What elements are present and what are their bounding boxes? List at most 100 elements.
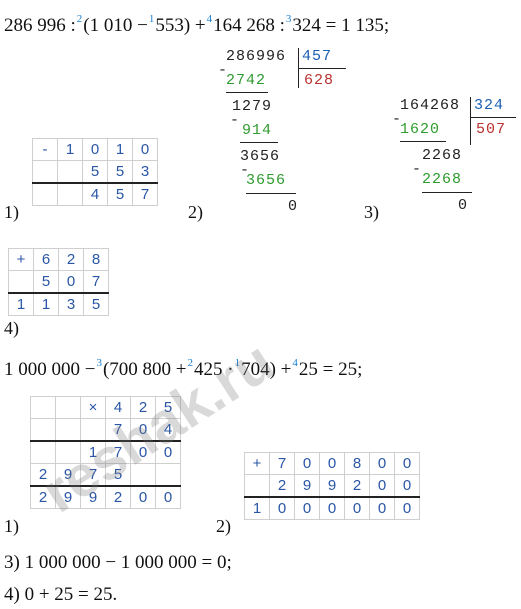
- underline: [422, 192, 472, 193]
- times-sign: ×: [80, 396, 106, 419]
- digit-cell: 1: [107, 138, 133, 161]
- digit-cell: 8: [344, 452, 370, 475]
- eq1-part: 286 996 :: [4, 15, 76, 36]
- addition-grid-2: + 7 0 0 8 0 0 2 9 9 2 0 0 1 0 0 0 0 0 0: [244, 452, 420, 520]
- digit-cell: 0: [394, 474, 420, 498]
- long-division-2: 164268 324 507 - 1620 2268 - 2268 0: [392, 97, 520, 217]
- digit-cell: 2: [58, 248, 84, 271]
- digit-cell: 5: [107, 182, 133, 206]
- remainder: 2268: [422, 147, 463, 164]
- plus-sign: +: [8, 248, 34, 271]
- addition-grid-1: + 6 2 8 5 0 7 1 1 3 5: [8, 248, 109, 316]
- order-mark: 2: [76, 13, 83, 25]
- step-label: 1): [4, 202, 19, 222]
- eq1-part: 553) +: [155, 15, 206, 36]
- digit-cell: 0: [155, 485, 181, 509]
- minus-sign: -: [32, 138, 58, 161]
- digit-cell: [57, 182, 83, 206]
- digit-cell: 5: [107, 160, 133, 184]
- equation-3: 3) 1 000 000 − 1 000 000 = 0;: [4, 552, 232, 573]
- order-mark: 3: [285, 13, 292, 25]
- digit-cell: 6: [33, 248, 59, 271]
- dividend: 286996: [226, 48, 287, 65]
- digit-cell: 1: [244, 496, 270, 520]
- digit-cell: 5: [82, 160, 108, 184]
- empty-cell: [32, 182, 58, 206]
- digit-cell: 1: [57, 138, 83, 161]
- eq1-part: 324 = 1 135;: [292, 15, 390, 36]
- dividend: 164268: [400, 97, 461, 114]
- eq1-part: 164 268 :: [213, 15, 285, 36]
- remainder-final: 0: [458, 197, 469, 214]
- digit-cell: 2: [344, 474, 370, 498]
- digit-cell: 7: [132, 182, 158, 206]
- equation-4: 4) 0 + 25 = 25.: [4, 584, 118, 605]
- digit-cell: 5: [83, 292, 109, 316]
- equation-1: 286 996 :2(1 010 −1553) +4164 268 :3324 …: [4, 8, 389, 37]
- digit-cell: 2: [269, 474, 295, 498]
- minus-sign: -: [230, 112, 241, 129]
- digit-cell: 0: [294, 452, 320, 475]
- digit-cell: 0: [369, 496, 395, 520]
- order-mark: 1: [148, 13, 155, 25]
- empty-cell: [55, 396, 81, 419]
- empty-cell: [8, 270, 34, 294]
- digit-cell: 1: [33, 292, 59, 316]
- digit-cell: 0: [269, 496, 295, 520]
- digit-cell: 0: [319, 496, 345, 520]
- digit-cell: 0: [369, 452, 395, 475]
- subtrahend: 2742: [226, 72, 267, 89]
- step-label: 2): [216, 516, 231, 536]
- digit-cell: 1: [8, 292, 34, 316]
- digit-cell: 4: [82, 182, 108, 206]
- empty-cell: [30, 418, 56, 442]
- subtraction-grid: - 1 0 1 0 5 5 3 4 5 7: [32, 138, 158, 206]
- digit-cell: 8: [83, 248, 109, 271]
- long-division-1: 286996 457 628 - 2742 1279 - 914 3656 - …: [218, 48, 348, 218]
- underline: [240, 142, 278, 143]
- digit-cell: 0: [58, 270, 84, 294]
- digit-cell: 0: [130, 485, 156, 509]
- digit-cell: 0: [294, 496, 320, 520]
- step-label: 1): [4, 516, 19, 536]
- empty-cell: [244, 474, 270, 498]
- digit-cell: [155, 463, 181, 487]
- order-mark: 4: [206, 13, 213, 25]
- empty-cell: [55, 418, 81, 442]
- underline: [246, 193, 296, 194]
- empty-cell: [32, 160, 58, 184]
- subtrahend: 2268: [422, 171, 463, 188]
- subtrahend: 914: [242, 122, 273, 139]
- order-mark: 4: [292, 357, 298, 369]
- digit-cell: 0: [369, 474, 395, 498]
- digit-cell: 7: [269, 452, 295, 475]
- digit-cell: 5: [33, 270, 59, 294]
- digit-cell: 3: [132, 160, 158, 184]
- division-line: [470, 117, 516, 118]
- empty-cell: [30, 396, 56, 419]
- divisor: 324: [474, 97, 505, 114]
- step-label: 3): [364, 202, 379, 222]
- digit-cell: 9: [319, 474, 345, 498]
- step-label: 4): [4, 318, 19, 338]
- eq2-part: 25 = 25;: [298, 359, 363, 380]
- minus-sign: -: [412, 161, 423, 178]
- division-line: [298, 68, 346, 69]
- underline: [226, 92, 268, 93]
- digit-cell: 3: [58, 292, 84, 316]
- plus-sign: +: [244, 452, 270, 475]
- eq1-part: (1 010 −: [83, 15, 148, 36]
- digit-cell: 9: [294, 474, 320, 498]
- quotient: 628: [304, 72, 335, 89]
- digit-cell: 7: [83, 270, 109, 294]
- digit-cell: 0: [394, 496, 420, 520]
- step-label: 2): [188, 202, 203, 222]
- subtrahend: 3656: [246, 172, 287, 189]
- digit-cell: 0: [394, 452, 420, 475]
- division-bar: [470, 97, 471, 145]
- subtrahend: 1620: [400, 121, 441, 138]
- digit-cell: 0: [132, 138, 158, 161]
- eq2-part: 1 000 000 −: [4, 359, 96, 380]
- digit-cell: 0: [82, 138, 108, 161]
- remainder-final: 0: [288, 198, 299, 215]
